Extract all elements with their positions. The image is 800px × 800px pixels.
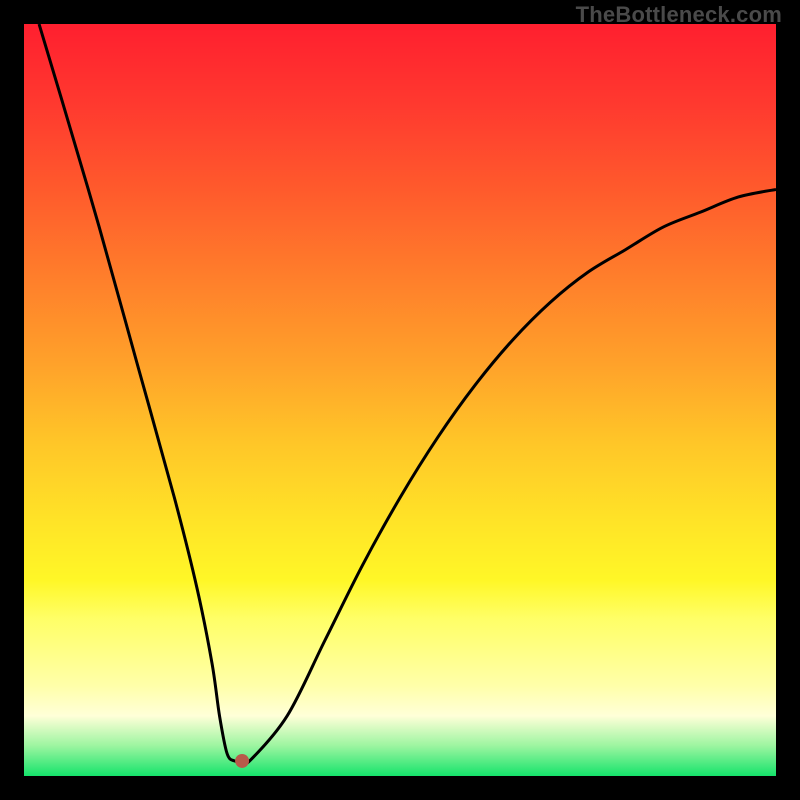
minimum-marker — [235, 754, 249, 768]
plot-area — [24, 24, 776, 776]
curve-layer — [24, 24, 776, 776]
chart-frame: TheBottleneck.com — [0, 0, 800, 800]
watermark-text: TheBottleneck.com — [576, 2, 782, 28]
bottleneck-curve — [39, 24, 776, 764]
